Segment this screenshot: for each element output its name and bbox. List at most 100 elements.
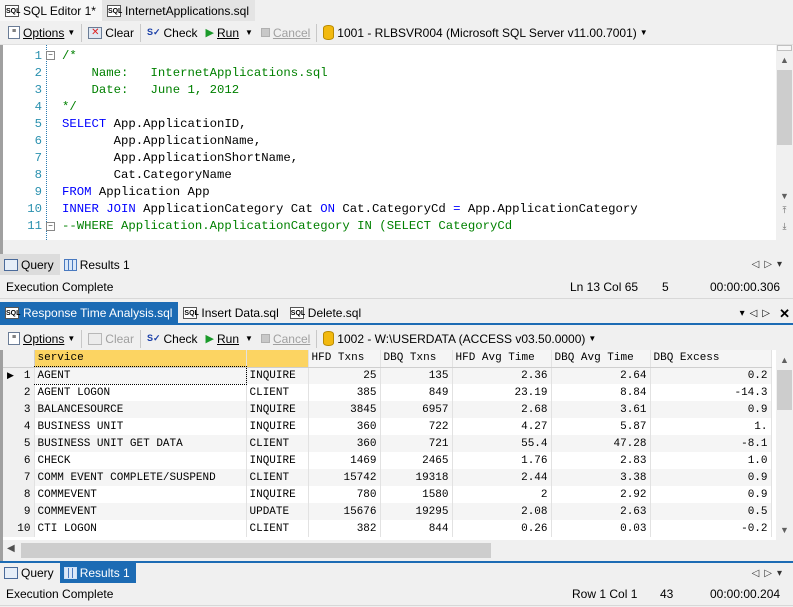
column-header-hfd-avg-time[interactable]: HFD Avg Time (452, 350, 552, 368)
column-header-dbq-txns[interactable]: DBQ Txns (380, 350, 453, 368)
grid-cell[interactable]: 2465 (380, 452, 453, 469)
clear-button[interactable]: ✕ Clear (84, 22, 138, 44)
connection-selector[interactable]: 1002 - W:\USERDATA (ACCESS v03.50.0000) … (319, 328, 600, 350)
grid-cell[interactable]: 2.08 (452, 503, 552, 520)
grid-cell[interactable]: 2.36 (452, 367, 552, 384)
grid-cell[interactable]: 23.19 (452, 384, 552, 401)
tab-internet-applications[interactable]: SQL InternetApplications.sql (101, 0, 256, 21)
grid-cell[interactable]: 2.64 (551, 367, 651, 384)
grid-cell[interactable]: AGENT LOGON (34, 384, 247, 401)
row-header[interactable]: 7 (3, 469, 35, 486)
grid-cell[interactable]: 1580 (380, 486, 453, 503)
tab-navigation-arrows[interactable]: ◁▷▾ (752, 568, 787, 579)
grid-cell[interactable]: CLIENT (246, 469, 309, 486)
tab-response-time-analysis[interactable]: SQL Response Time Analysis.sql (0, 302, 179, 323)
scroll-down-icon[interactable]: ▼ (776, 191, 793, 201)
table-row[interactable]: 6 CHECK INQUIRE 1469 2465 1.76 2.83 1.0 (3, 452, 772, 469)
grid-cell[interactable]: 19318 (380, 469, 453, 486)
grid-cell[interactable]: 5.87 (551, 418, 651, 435)
grid-cell[interactable]: CLIENT (246, 520, 309, 537)
grid-cell[interactable]: 721 (380, 435, 453, 452)
sql-code-editor[interactable]: 1−/* 2 Name: InternetApplications.sql 3 Da… (0, 45, 793, 240)
tab-results-1[interactable]: Results 1 (59, 562, 136, 584)
row-header[interactable]: 3 (3, 401, 35, 418)
grid-cell[interactable]: 0.9 (650, 486, 772, 503)
column-header-dbq-excess[interactable]: DBQ Excess (650, 350, 772, 368)
grid-cell[interactable]: 25 (308, 367, 381, 384)
grid-cell[interactable]: 3.38 (551, 469, 651, 486)
grid-cell[interactable]: CLIENT (246, 435, 309, 452)
grid-cell[interactable]: 2.92 (551, 486, 651, 503)
code-line[interactable]: 9 FROM Application App (3, 184, 793, 201)
column-header-type[interactable] (246, 350, 309, 368)
grid-cell[interactable]: 3.61 (551, 401, 651, 418)
grid-cell[interactable]: 3845 (308, 401, 381, 418)
column-header-service[interactable]: service (34, 350, 247, 368)
connection-selector[interactable]: 1001 - RLBSVR004 (Microsoft SQL Server v… (319, 22, 651, 44)
grid-cell[interactable]: CTI LOGON (34, 520, 247, 537)
grid-cell[interactable]: 15742 (308, 469, 381, 486)
grid-cell[interactable]: BALANCESOURCE (34, 401, 247, 418)
table-row[interactable]: 10 CTI LOGON CLIENT 382 844 0.26 0.03 -0.2 (3, 520, 772, 537)
grid-cell[interactable]: 0.2 (650, 367, 772, 384)
column-header-hfd-txns[interactable]: HFD Txns (308, 350, 381, 368)
grid-cell[interactable]: -0.2 (650, 520, 772, 537)
tab-navigation-arrows[interactable]: ▾◁▷ (740, 308, 775, 319)
options-button[interactable]: ≡ Options ▼ (4, 22, 79, 44)
grid-cell[interactable]: 722 (380, 418, 453, 435)
table-row[interactable]: 5 BUSINESS UNIT GET DATA CLIENT 360 721 55.4 4… (3, 435, 772, 452)
grid-cell[interactable]: 0.9 (650, 469, 772, 486)
row-header[interactable]: 10 (3, 520, 35, 537)
scroll-thumb[interactable] (777, 370, 792, 410)
code-line[interactable]: 8 Cat.CategoryName (3, 167, 793, 184)
scroll-thumb[interactable] (777, 70, 792, 145)
tab-results-1[interactable]: Results 1 (60, 254, 136, 275)
row-header[interactable]: 9 (3, 503, 35, 520)
grid-cell[interactable]: 15676 (308, 503, 381, 520)
cancel-button[interactable]: Cancel (257, 328, 314, 350)
tab-delete[interactable]: SQL Delete.sql (285, 302, 367, 323)
grid-cell[interactable]: CHECK (34, 452, 247, 469)
code-line[interactable]: 5 SELECT App.ApplicationID, (3, 115, 793, 132)
grid-cell[interactable]: 844 (380, 520, 453, 537)
table-row[interactable]: 2 AGENT LOGON CLIENT 385 849 23.19 8.84 -14.3 (3, 384, 772, 401)
grid-cell[interactable]: 0.9 (650, 401, 772, 418)
check-button[interactable]: S✓ Check (143, 328, 202, 350)
grid-cell[interactable]: UPDATE (246, 503, 309, 520)
grid-cell[interactable]: INQUIRE (246, 367, 309, 384)
select-all-corner[interactable] (3, 350, 35, 368)
column-header-dbq-avg-time[interactable]: DBQ Avg Time (551, 350, 651, 368)
options-button[interactable]: ≡ Options ▼ (4, 328, 79, 350)
row-header[interactable]: 8 (3, 486, 35, 503)
grid-cell[interactable]: AGENT (33, 366, 247, 385)
grid-cell[interactable]: 0.5 (650, 503, 772, 520)
code-line[interactable]: 11− --WHERE Application.ApplicationCatego… (3, 218, 793, 235)
code-line[interactable]: 10 INNER JOIN ApplicationCategory Cat ON … (3, 201, 793, 218)
tab-sql-editor-1[interactable]: SQL SQL Editor 1* (0, 0, 102, 21)
grid-cell[interactable]: INQUIRE (246, 452, 309, 469)
grid-vertical-scrollbar[interactable]: ▲ ▼ (776, 350, 793, 540)
results-grid[interactable]: service HFD Txns DBQ Txns HFD Avg Time D… (0, 350, 793, 540)
grid-cell[interactable]: 6957 (380, 401, 453, 418)
table-row[interactable]: 8 COMMEVENT INQUIRE 780 1580 2 2.92 0.9 (3, 486, 772, 503)
grid-cell[interactable]: 2 (452, 486, 552, 503)
next-bookmark-icon[interactable]: ⤓ (776, 221, 793, 232)
grid-cell[interactable]: 47.28 (551, 435, 651, 452)
code-line[interactable]: 1−/* (3, 47, 793, 64)
scroll-up-icon[interactable]: ▲ (776, 55, 793, 65)
code-line[interactable]: 7 App.ApplicationShortName, (3, 150, 793, 167)
grid-cell[interactable]: 2.83 (551, 452, 651, 469)
table-row[interactable]: 4 BUSINESS UNIT INQUIRE 360 722 4.27 5.87 1. (3, 418, 772, 435)
grid-cell[interactable]: INQUIRE (246, 486, 309, 503)
editor-horizontal-scrollbar[interactable] (0, 240, 776, 254)
collapse-icon[interactable]: − (46, 221, 55, 231)
scroll-down-icon[interactable]: ▼ (776, 525, 793, 535)
table-row[interactable]: 7 COMM EVENT COMPLETE/SUSPEND CLIENT 15742 1… (3, 469, 772, 486)
grid-cell[interactable]: COMMEVENT (34, 503, 247, 520)
grid-cell[interactable]: COMM EVENT COMPLETE/SUSPEND (34, 469, 247, 486)
chevron-down-icon[interactable]: ▼ (245, 28, 253, 37)
grid-cell[interactable]: 0.03 (551, 520, 651, 537)
chevron-down-icon[interactable]: ▼ (245, 334, 253, 343)
close-icon[interactable]: ✕ (779, 306, 790, 322)
grid-cell[interactable]: 55.4 (452, 435, 552, 452)
